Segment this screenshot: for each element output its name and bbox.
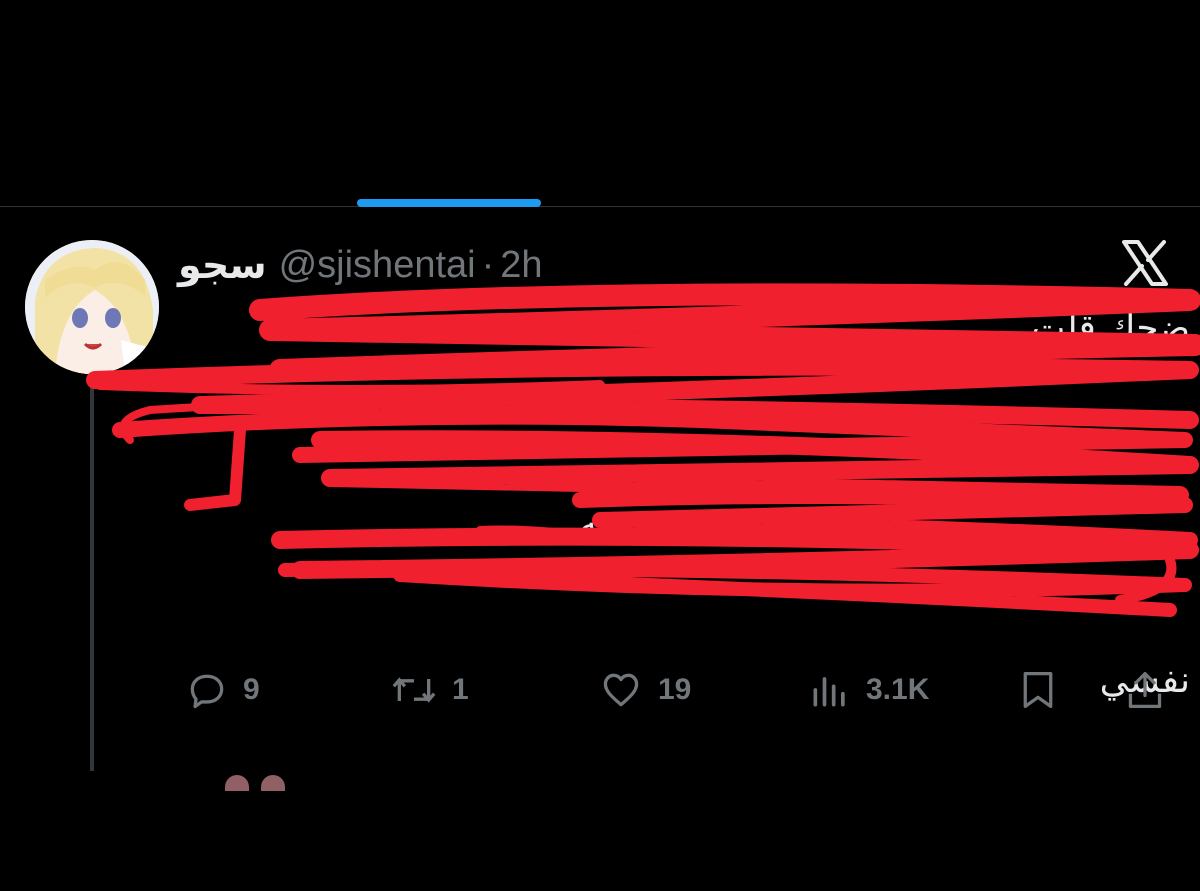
reply-button[interactable]: 9: [185, 660, 260, 720]
views-count: 3.1K: [866, 673, 930, 706]
tab-active-indicator: [357, 199, 541, 207]
user-handle[interactable]: @sjishentai: [279, 244, 476, 287]
tweet-text-line: هههههههههه: [578, 503, 750, 544]
like-button[interactable]: 19: [598, 660, 691, 720]
bookmark-icon: [1023, 672, 1053, 708]
tweet-text-line: ضحك قلت: [1031, 307, 1190, 348]
share-button[interactable]: [1125, 660, 1165, 720]
tweet-text: ضحك قلت هههههههههه نفسي: [190, 300, 1190, 708]
next-tweet-avatar-partial: [225, 775, 285, 791]
top-divider: [0, 206, 1200, 207]
avatar[interactable]: [25, 240, 159, 374]
views-button[interactable]: 3.1K: [808, 660, 929, 720]
tweet-header: سجو @sjishentai · 2h: [178, 240, 543, 290]
avatar-image: [25, 240, 159, 374]
timestamp[interactable]: 2h: [500, 244, 542, 287]
retweet-icon: [392, 677, 436, 703]
x-logo-icon: [1118, 236, 1172, 290]
views-chart-icon: [813, 677, 845, 707]
display-name[interactable]: سجو: [178, 243, 267, 288]
action-bar: 9 1 19 3.1K: [0, 660, 1200, 720]
like-count: 19: [658, 673, 692, 706]
share-icon: [1128, 672, 1162, 708]
heart-icon: [603, 673, 639, 707]
retweet-count: 1: [452, 673, 469, 706]
separator-dot: ·: [481, 243, 495, 286]
retweet-button[interactable]: 1: [390, 660, 469, 720]
reply-count: 9: [243, 673, 260, 706]
bookmark-button[interactable]: [1018, 660, 1058, 720]
reply-icon: [190, 674, 224, 709]
